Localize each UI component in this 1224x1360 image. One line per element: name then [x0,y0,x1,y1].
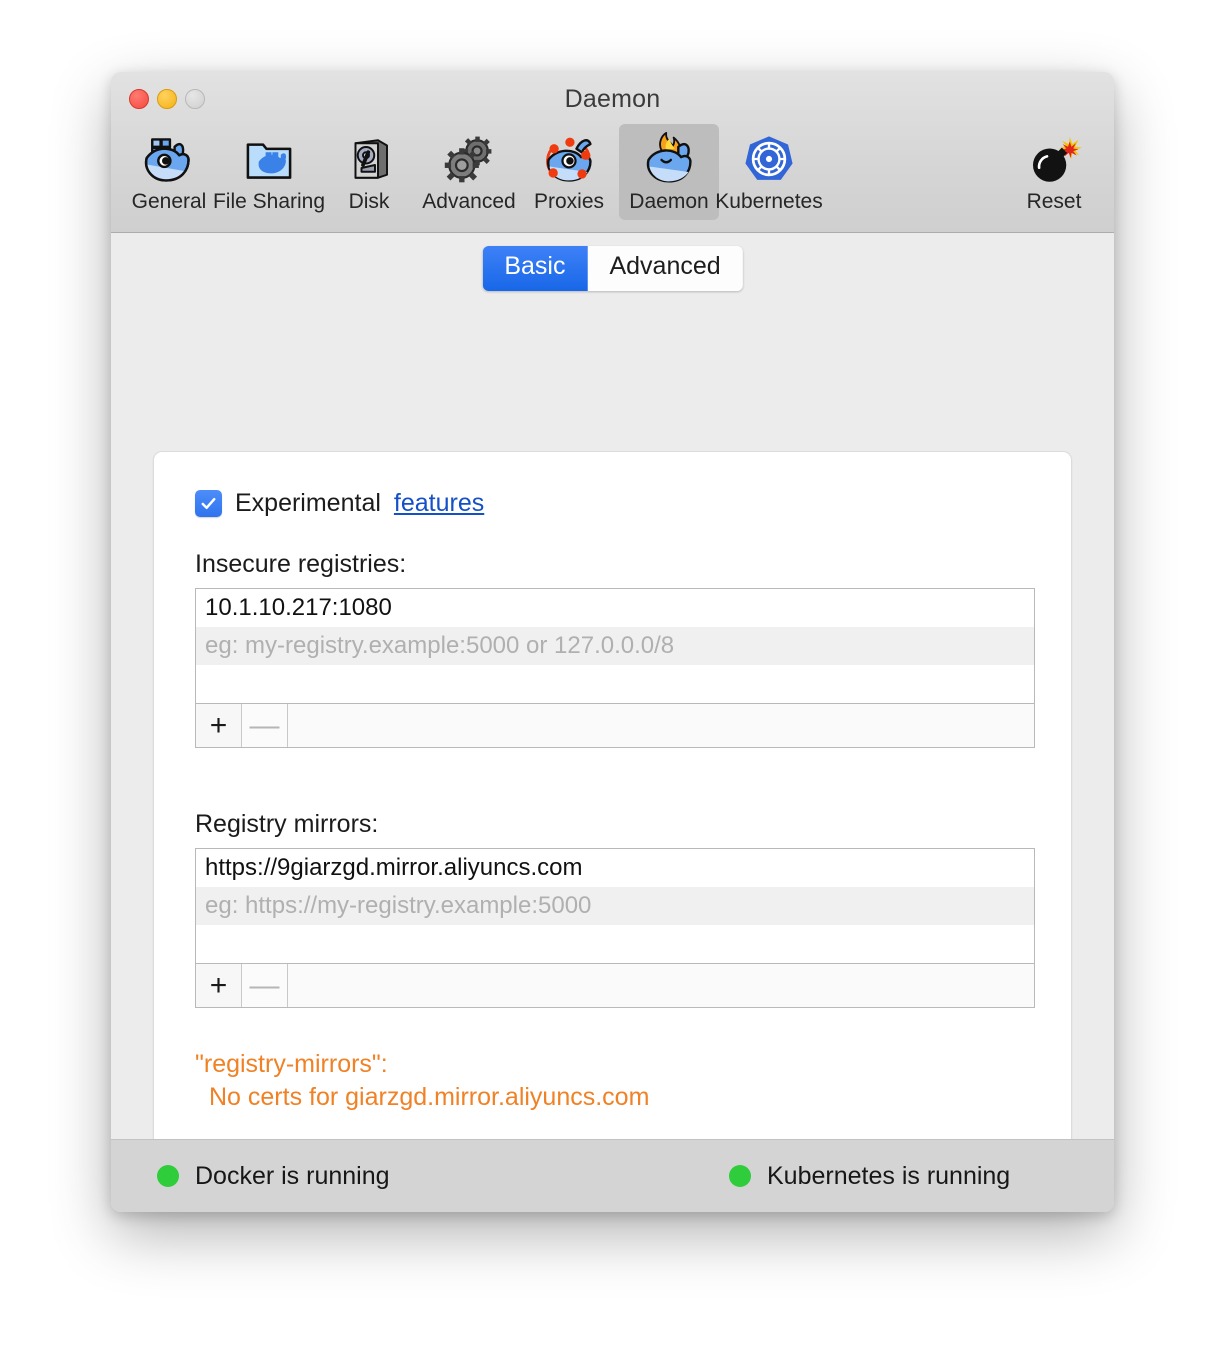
tab-basic[interactable]: Basic [482,246,588,291]
registry-mirrors-toolbar: + — [196,963,1034,1007]
window-title: Daemon [564,85,661,113]
remove-insecure-registry-button: — [242,704,288,747]
insecure-registries-label: Insecure registries: [195,550,407,578]
tab-advanced[interactable]: Advanced [587,246,743,291]
kubernetes-status-text: Kubernetes is running [767,1161,1011,1190]
list-item-empty[interactable] [196,925,1034,963]
tab-label: Advanced [422,190,516,213]
experimental-features-row: Experimental features [195,489,484,518]
tab-kubernetes[interactable]: Kubernetes [715,124,823,220]
tab-advanced[interactable]: Advanced [419,124,519,220]
list-item[interactable]: https://9giarzgd.mirror.aliyuncs.com [196,849,1034,887]
reset-label: Reset [1026,190,1082,213]
experimental-checkbox[interactable] [195,490,222,517]
features-link[interactable]: features [394,489,484,518]
segmented-control: Basic Advanced [482,246,743,291]
tab-label: File Sharing [212,190,326,213]
docker-whale-icon [138,130,200,188]
docker-status: Docker is running [157,1162,390,1191]
insecure-registries-list[interactable]: 10.1.10.217:1080 eg: my-registry.example… [195,588,1035,748]
toolbar-tabs: General File Sharing Disk Advanced Proxi… [119,124,823,220]
registry-mirrors-list[interactable]: https://9giarzgd.mirror.aliyuncs.com eg:… [195,848,1035,1008]
status-dot-icon [729,1165,751,1187]
status-dot-icon [157,1165,179,1187]
registry-mirrors-label: Registry mirrors: [195,810,379,838]
tab-label: General [131,190,207,213]
error-message: "registry-mirrors": No certs for giarzgd… [195,1048,649,1113]
window-toolbar: Daemon General File Sharing Disk Advance… [111,72,1114,233]
add-registry-mirror-button[interactable]: + [196,964,242,1007]
insecure-registries-toolbar: + — [196,703,1034,747]
list-item[interactable]: 10.1.10.217:1080 [196,589,1034,627]
tab-proxies[interactable]: Proxies [519,124,619,220]
preferences-window: Daemon General File Sharing Disk Advance… [111,72,1114,1212]
tab-daemon[interactable]: Daemon [619,124,719,220]
toolbar-filler [288,704,1034,747]
tab-label: Daemon [629,190,709,213]
toolbar-reset-button[interactable]: Reset [1004,124,1104,220]
tab-label: Kubernetes [715,190,823,213]
tab-general[interactable]: General [119,124,219,220]
tab-disk[interactable]: Disk [319,124,419,220]
docker-status-text: Docker is running [195,1161,390,1190]
whale-flame-icon [638,130,700,188]
kubernetes-helm-icon [738,130,800,188]
error-line-2: No certs for giarzgd.mirror.aliyuncs.com [209,1082,650,1111]
preferences-body: Basic Advanced Experimental features Ins… [111,233,1114,1212]
gears-icon [438,130,500,188]
tab-label: Disk [348,190,390,213]
list-item-empty[interactable] [196,665,1034,703]
whale-proxy-icon [538,130,600,188]
bomb-icon [1023,130,1085,188]
add-insecure-registry-button[interactable]: + [196,704,242,747]
kubernetes-status: Kubernetes is running [729,1162,1010,1191]
toolbar-filler [288,964,1034,1007]
list-item-placeholder[interactable]: eg: my-registry.example:5000 or 127.0.0.… [196,627,1034,665]
hard-disk-icon [338,130,400,188]
folder-whale-icon [238,130,300,188]
status-bar: Docker is running Kubernetes is running [111,1139,1114,1212]
error-line-1: "registry-mirrors": [195,1050,388,1078]
tab-file-sharing[interactable]: File Sharing [213,124,325,220]
settings-card: Experimental features Insecure registrie… [153,451,1072,1174]
remove-registry-mirror-button: — [242,964,288,1007]
experimental-label: Experimental [235,489,381,517]
checkmark-icon [201,497,216,510]
tab-label: Proxies [533,190,605,213]
list-item-placeholder[interactable]: eg: https://my-registry.example:5000 [196,887,1034,925]
